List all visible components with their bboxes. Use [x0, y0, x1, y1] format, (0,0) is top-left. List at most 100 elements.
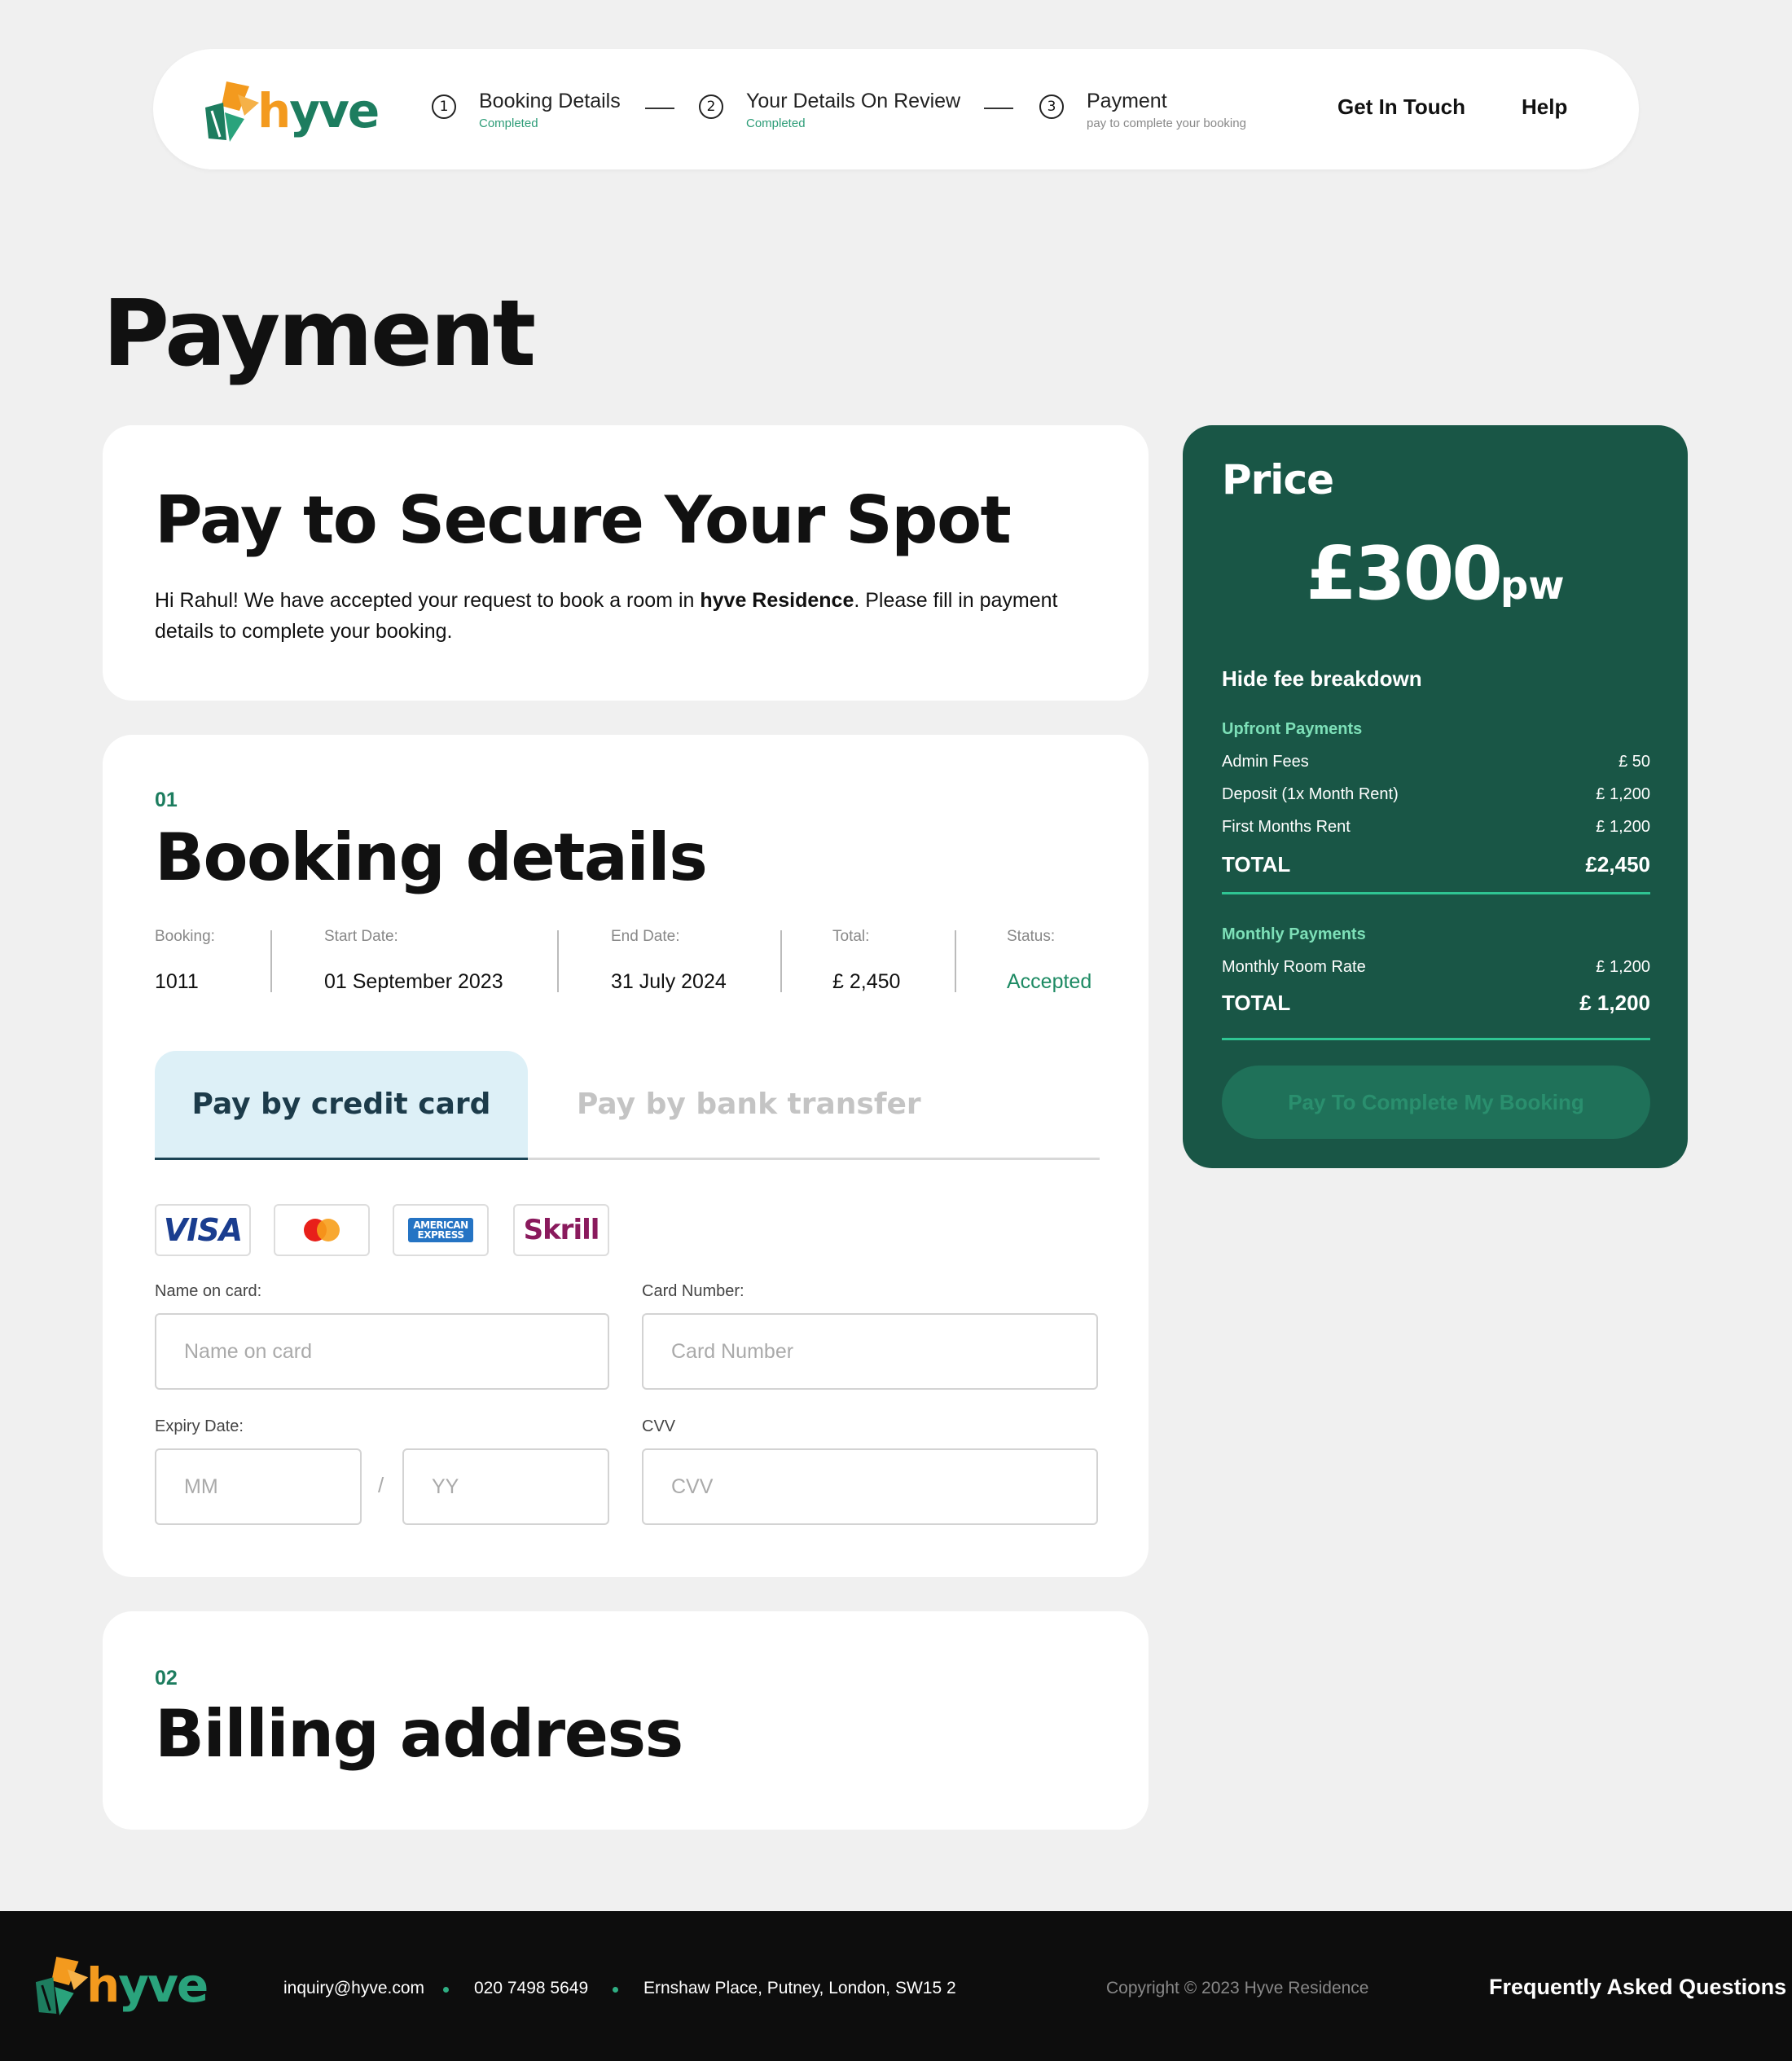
booking-details-card: 01 Booking details Booking: 1011 Start D… [103, 735, 1149, 1577]
billing-address-card: 02 Billing address [103, 1611, 1149, 1830]
fee-label: First Months Rent [1222, 818, 1351, 836]
step-booking-details[interactable]: 1 Booking Details Completed [432, 90, 621, 130]
pay-complete-booking-button[interactable]: Pay To Complete My Booking [1222, 1066, 1650, 1139]
skrill-text: Skrill [523, 1214, 600, 1246]
step-number: 2 [699, 94, 723, 119]
step-title: Booking Details [479, 90, 621, 112]
detail-label: Booking: [155, 928, 215, 945]
footer-address: Ernshaw Place, Putney, London, SW15 2 [643, 1979, 956, 1997]
hide-fee-breakdown-toggle[interactable]: Hide fee breakdown [1222, 666, 1422, 692]
mastercard-logo [274, 1204, 370, 1256]
detail-label: Start Date: [324, 928, 398, 945]
divider [1222, 1038, 1650, 1040]
intro-card: Pay to Secure Your Spot Hi Rahul! We hav… [103, 425, 1149, 701]
price-panel: Price £300pw Hide fee breakdown Upfront … [1183, 425, 1688, 1168]
step-title: Payment [1087, 90, 1167, 112]
top-nav: hyve 1 Booking Details Completed 2 Your … [153, 49, 1639, 169]
divider [780, 930, 782, 992]
fee-value: £ 1,200 [1596, 958, 1650, 976]
cvv-label: CVV [642, 1417, 676, 1435]
residence-name: hyve Residence [700, 589, 854, 612]
detail-value: 1011 [155, 970, 199, 993]
fee-label: Deposit (1x Month Rent) [1222, 785, 1399, 803]
intro-text: Hi Rahul! We have accepted your request … [155, 585, 1100, 647]
card-number-input[interactable] [642, 1313, 1098, 1390]
fee-label: Monthly Room Rate [1222, 958, 1366, 976]
monthly-payments-title: Monthly Payments [1222, 925, 1366, 943]
fee-value: £ 1,200 [1596, 818, 1650, 836]
divider [1222, 892, 1650, 894]
name-on-card-input[interactable] [155, 1313, 609, 1390]
section-number: 01 [155, 789, 178, 811]
detail-end-date: End Date: 31 July 2024 [611, 928, 727, 994]
expiry-separator: / [378, 1473, 384, 1497]
section-number: 02 [155, 1667, 178, 1690]
step-divider [645, 108, 674, 109]
hyve-logo[interactable]: hyve [202, 78, 380, 143]
step-divider [984, 108, 1013, 109]
footer: hyve inquiry@hyve.com 020 7498 5649 Erns… [0, 1911, 1792, 2061]
footer-separator-dot [613, 1987, 618, 1993]
footer-email-link[interactable]: inquiry@hyve.com [283, 1979, 424, 1998]
booking-heading: Booking details [155, 820, 708, 895]
fee-value: £ 1,200 [1596, 785, 1650, 803]
step-number: 1 [432, 94, 456, 119]
detail-total: Total: £ 2,450 [832, 928, 900, 994]
divider [270, 930, 272, 992]
divider [557, 930, 559, 992]
leaf-logo-icon [205, 81, 259, 142]
total-value: £2,450 [1585, 852, 1650, 877]
amex-line2: EXPRESS [417, 1229, 464, 1241]
monthly-total-row: TOTAL £ 1,200 [1222, 991, 1650, 1016]
fee-row: Monthly Room Rate £ 1,200 [1222, 958, 1650, 977]
intro-heading: Pay to Secure Your Spot [155, 482, 1012, 558]
detail-label: Status: [1007, 928, 1056, 945]
total-label: TOTAL [1222, 852, 1291, 877]
tab-bank-transfer[interactable]: Pay by bank transfer [528, 1051, 1100, 1160]
brand-h: h [257, 83, 291, 138]
fee-row: Admin Fees £ 50 [1222, 753, 1650, 771]
detail-value: £ 2,450 [832, 970, 901, 993]
page-title: Payment [103, 281, 536, 387]
step-details-review[interactable]: 2 Your Details On Review Completed [699, 90, 960, 130]
leaf-logo-icon [35, 1956, 89, 2015]
visa-logo: VISA [155, 1204, 251, 1256]
detail-booking: Booking: 1011 [155, 928, 215, 994]
step-title: Your Details On Review [746, 90, 961, 112]
get-in-touch-link[interactable]: Get In Touch [1337, 94, 1465, 120]
card-number-label: Card Number: [642, 1282, 744, 1300]
amex-logo: AMERICAN EXPRESS [393, 1204, 489, 1256]
status-value: Accepted [1007, 970, 1092, 993]
detail-value: 31 July 2024 [611, 970, 727, 993]
step-subtitle: Completed [479, 116, 538, 130]
footer-phone-link[interactable]: 020 7498 5649 [474, 1979, 588, 1998]
cvv-input[interactable] [642, 1448, 1098, 1525]
detail-label: End Date: [611, 928, 680, 945]
detail-label: Total: [832, 928, 870, 945]
footer-hyve-logo[interactable]: hyve [33, 1953, 209, 2017]
price-value: £300 [1306, 531, 1502, 617]
price-amount: £300pw [1183, 531, 1688, 617]
step-subtitle: Completed [746, 116, 806, 130]
expiry-year-input[interactable] [402, 1448, 609, 1525]
expiry-month-input[interactable] [155, 1448, 362, 1525]
step-payment[interactable]: 3 Payment pay to complete your booking [1039, 90, 1246, 130]
brand-h: h [86, 1958, 120, 2013]
brand-rest: yve [118, 1958, 209, 2013]
billing-heading: Billing address [155, 1696, 683, 1772]
skrill-logo: Skrill [513, 1204, 609, 1256]
fee-value: £ 50 [1619, 753, 1650, 771]
divider [955, 930, 956, 992]
help-link[interactable]: Help [1522, 94, 1567, 120]
brand-rest: yve [289, 83, 380, 138]
tab-credit-card[interactable]: Pay by credit card [155, 1051, 528, 1160]
upfront-total-row: TOTAL £2,450 [1222, 852, 1650, 877]
total-label: TOTAL [1222, 991, 1291, 1015]
detail-status: Status: Accepted [1007, 928, 1091, 994]
step-number: 3 [1039, 94, 1064, 119]
fee-row: Deposit (1x Month Rent) £ 1,200 [1222, 785, 1650, 804]
visa-text: VISA [163, 1212, 243, 1248]
detail-start-date: Start Date: 01 September 2023 [324, 928, 503, 994]
expiry-date-label: Expiry Date: [155, 1417, 244, 1435]
faq-link[interactable]: Frequently Asked Questions [1489, 1975, 1786, 2000]
